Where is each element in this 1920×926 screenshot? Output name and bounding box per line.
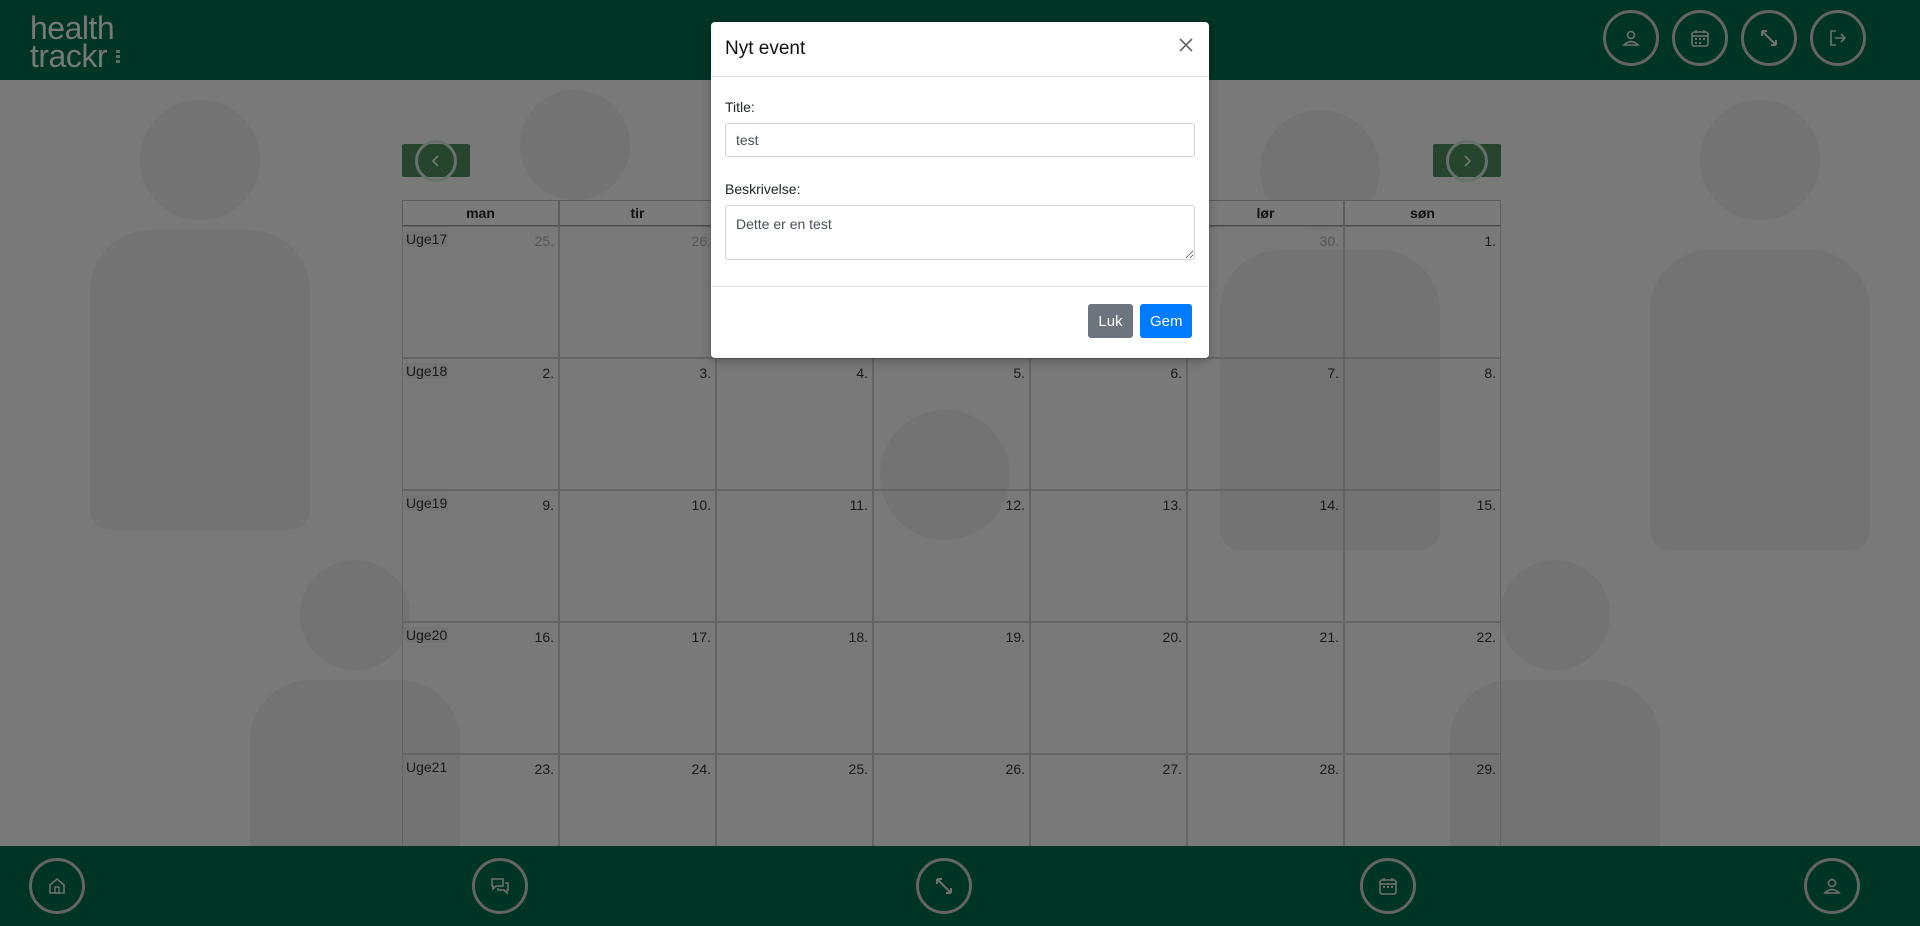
close-icon (1179, 38, 1193, 52)
close-button[interactable]: Luk (1088, 304, 1133, 338)
title-input[interactable] (725, 123, 1195, 157)
save-button[interactable]: Gem (1140, 304, 1192, 338)
modal-title: Nyt event (725, 38, 806, 59)
modal-footer: Luk Gem (711, 287, 1209, 357)
modal-close-button[interactable] (1175, 34, 1197, 56)
modal-body: Title: Beskrivelse: Dette er en test (711, 77, 1209, 287)
new-event-modal: Nyt event Title: Beskrivelse: Dette er e… (711, 22, 1209, 358)
description-label: Beskrivelse: (725, 181, 801, 197)
title-label: Title: (725, 99, 755, 115)
description-textarea[interactable]: Dette er en test (725, 205, 1195, 260)
modal-header: Nyt event (711, 22, 1209, 77)
